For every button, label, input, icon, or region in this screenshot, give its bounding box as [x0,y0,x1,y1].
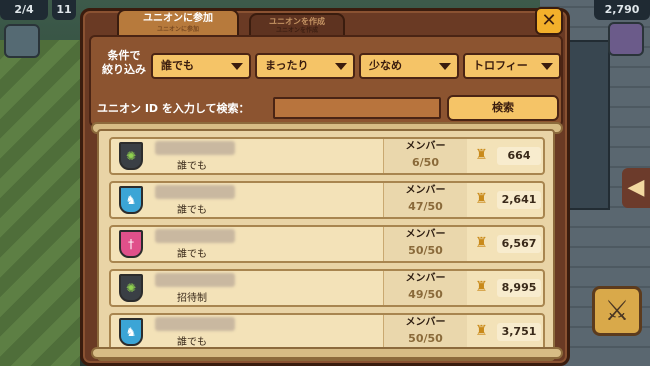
play-style-value: まったり [265,59,309,72]
tab-create-union[interactable]: ユニオンを作成 ユニオンを作成 [249,13,345,35]
shop-icon[interactable] [608,22,644,56]
trophy-value: 8,995 [497,279,541,297]
union-row[interactable]: ♞ 誰でも メンバー 50/50 ♜ 3,751 [109,313,545,351]
trophy-icon: ♜ [475,323,488,339]
build-menu-icon[interactable] [4,24,40,58]
hud-counter-right: 2,790 [594,0,650,20]
hud-counter-left-2: 11 [52,0,76,20]
trophy-count: ♜ 6,567 [473,233,543,255]
trophy-value: 664 [497,147,541,165]
close-icon[interactable]: ✕ [535,7,563,35]
union-list[interactable]: ✺ 誰でも メンバー 6/50 ♜ 664 ♞ 誰でも メンバー 47/50 ♜… [97,129,555,361]
expand-arrow-icon[interactable]: ◀ [622,168,650,208]
union-name-blurred [155,273,235,287]
white-unicorn-emblem-icon: ♞ [119,318,143,346]
member-count: メンバー 47/50 [383,183,467,217]
filter-label-line1: 条件で [107,49,141,62]
member-label: メンバー [405,273,446,284]
green-skull-emblem-icon: ✺ [119,274,143,302]
tab-join-label: ユニオンに参加 [143,13,213,24]
pink-sword-emblem-icon: † [119,230,143,258]
trophy-value: 6,567 [497,235,541,253]
search-label: ユニオン ID を入力して検索： [97,102,250,115]
union-id-input[interactable] [273,97,441,119]
member-count: メンバー 6/50 [383,139,467,173]
union-dialog: ユニオンに参加 ユニオンに参加 ユニオンを作成 ユニオンを作成 ✕ 条件で 絞り… [80,7,570,366]
trophy-icon: ♜ [475,191,488,207]
chevron-down-icon [231,63,243,70]
join-policy-dropdown[interactable]: 誰でも [151,53,251,79]
filter-panel: 条件で 絞り込み 誰でも まったり 少なめ トロフィー ユニオン ID を入力し… [89,35,563,127]
union-policy: 誰でも [177,337,207,348]
union-policy: 誰でも [177,205,207,216]
member-count-dropdown[interactable]: 少なめ [359,53,459,79]
trophy-icon: ♜ [475,147,488,163]
member-value: 50/50 [408,244,443,257]
member-label: メンバー [405,317,446,328]
battle-sword-icon[interactable]: ⚔ [592,286,642,336]
tab-create-sublabel: ユニオンを作成 [275,27,318,34]
union-row[interactable]: ✺ 誰でも メンバー 6/50 ♜ 664 [109,137,545,175]
trophy-count: ♜ 664 [473,145,543,167]
union-name-blurred [155,317,235,331]
union-name-blurred [155,185,235,199]
union-row[interactable]: ✺ 招待制 メンバー 49/50 ♜ 8,995 [109,269,545,307]
trophy-value: 3,751 [497,323,541,341]
trophy-icon: ♜ [475,279,488,295]
play-style-dropdown[interactable]: まったり [255,53,355,79]
union-policy: 招待制 [177,293,207,304]
chevron-down-icon [439,63,451,70]
union-row[interactable]: † 誰でも メンバー 50/50 ♜ 6,567 [109,225,545,263]
white-unicorn-emblem-icon: ♞ [119,186,143,214]
tab-join-sublabel: ユニオンに参加 [156,26,199,33]
union-name-blurred [155,141,235,155]
union-name-blurred [155,229,235,243]
join-policy-value: 誰でも [161,59,194,72]
member-label: メンバー [405,185,446,196]
search-button[interactable]: 検索 [447,95,559,121]
tab-create-label: ユニオンを作成 [269,17,325,26]
member-label: メンバー [405,229,446,240]
trophy-value: 2,641 [497,191,541,209]
green-skull-emblem-icon: ✺ [119,142,143,170]
trophy-icon: ♜ [475,235,488,251]
chevron-down-icon [541,63,553,70]
sort-value: トロフィー [473,59,528,72]
member-label: メンバー [405,141,446,152]
scroll-rod-bottom [91,347,563,359]
tab-join-union[interactable]: ユニオンに参加 ユニオンに参加 [117,9,239,35]
member-value: 47/50 [408,200,443,213]
member-value: 50/50 [408,332,443,345]
trophy-count: ♜ 2,641 [473,189,543,211]
filter-label: 条件で 絞り込み [97,49,151,77]
member-value: 6/50 [412,156,439,169]
union-policy: 誰でも [177,161,207,172]
trophy-count: ♜ 8,995 [473,277,543,299]
member-count: メンバー 50/50 [383,315,467,349]
filter-label-line2: 絞り込み [102,63,146,76]
chevron-down-icon [335,63,347,70]
trophy-count: ♜ 3,751 [473,321,543,343]
union-row[interactable]: ♞ 誰でも メンバー 47/50 ♜ 2,641 [109,181,545,219]
member-value: 49/50 [408,288,443,301]
grass-field [0,40,80,366]
union-policy: 誰でも [177,249,207,260]
hud-counter-left: 2/4 [0,0,48,20]
member-count-value: 少なめ [369,59,402,72]
sort-dropdown[interactable]: トロフィー [463,53,561,79]
member-count: メンバー 49/50 [383,271,467,305]
member-count: メンバー 50/50 [383,227,467,261]
